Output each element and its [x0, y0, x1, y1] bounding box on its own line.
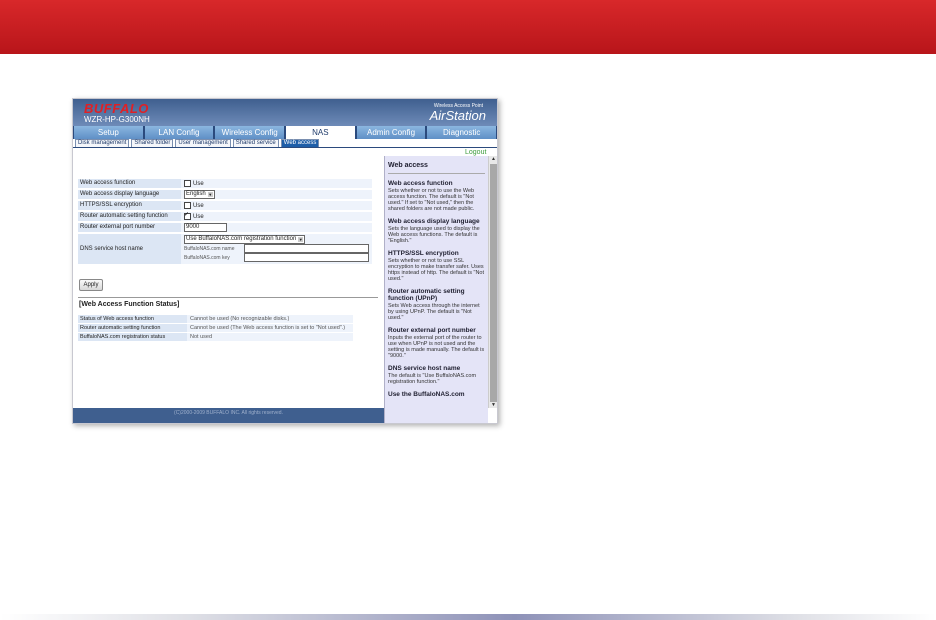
status-row: BuffaloNAS.com registration status Not u… — [78, 333, 353, 341]
https-label: HTTPS/SSL encryption — [78, 201, 181, 210]
tab-wireless-config[interactable]: Wireless Config — [215, 126, 285, 139]
help-section-text: Sets whether or not to use the Web acces… — [388, 188, 475, 212]
scroll-down-icon[interactable]: ▼ — [490, 402, 497, 408]
display-language-select[interactable]: English ▼ — [184, 190, 215, 199]
help-section-title: Router automatic setting function (UPnP) — [388, 288, 465, 302]
status-row-label: BuffaloNAS.com registration status — [78, 333, 187, 341]
external-port-input[interactable]: 9000 — [184, 223, 227, 232]
help-section-text: Inputs the external port of the router t… — [388, 335, 485, 359]
subtab-web-access[interactable]: Web access — [280, 139, 320, 147]
tab-lan-config[interactable]: LAN Config — [144, 126, 214, 139]
dns-host-label: DNS service host name — [78, 234, 181, 264]
apply-button[interactable]: Apply — [79, 279, 103, 291]
subtab-shared-service[interactable]: Shared service — [232, 139, 279, 147]
main-tabs: Setup LAN Config Wireless Config NAS Adm… — [73, 126, 497, 139]
logout-link[interactable]: Logout — [465, 149, 486, 156]
status-row: Status of Web access function Cannot be … — [78, 315, 353, 323]
tab-admin-config[interactable]: Admin Config — [356, 126, 426, 139]
scrollbar-thumb[interactable] — [490, 164, 497, 402]
product-logo: AirStation — [429, 108, 486, 123]
help-section-text: Sets Web access through the internet by … — [388, 303, 480, 321]
chevron-down-icon: ▼ — [298, 237, 304, 242]
tab-setup[interactable]: Setup — [74, 126, 143, 139]
help-section-title: Router external port number — [388, 327, 476, 334]
https-option: Use — [193, 202, 204, 209]
subtab-user-management[interactable]: User management — [175, 139, 231, 147]
subtab-shared-folder[interactable]: Shared folder — [131, 139, 174, 147]
status-row-label: Router automatic setting function — [78, 324, 187, 332]
help-section-text: Sets whether or not to use SSL encryptio… — [388, 258, 485, 282]
help-section-title: Web access display language — [388, 218, 480, 225]
scroll-up-icon[interactable]: ▲ — [490, 156, 497, 162]
status-row-value: Not used — [187, 333, 353, 341]
brand-logo: BUFFALO — [84, 101, 149, 116]
form-row-https: HTTPS/SSL encryption Use — [78, 201, 372, 210]
status-row-value: Cannot be used (The Web access function … — [187, 324, 353, 332]
router-auto-label: Router automatic setting function — [78, 212, 181, 221]
help-title: Web access — [388, 162, 485, 174]
chevron-down-icon: ▼ — [207, 192, 213, 197]
help-scrollbar[interactable]: ▲ ▼ — [488, 156, 497, 408]
router-auto-checkbox[interactable] — [184, 211, 191, 220]
help-section-title: DNS service host name — [388, 365, 461, 372]
status-section-title: [Web Access Function Status] — [79, 301, 180, 308]
web-access-function-option: Use — [193, 180, 204, 187]
help-section-text: The default is "Use BuffaloNAS.com regis… — [388, 373, 477, 385]
copyright-footer: (C)2000-2009 BUFFALO INC. All rights res… — [73, 408, 384, 423]
help-section-title: HTTPS/SSL encryption — [388, 250, 459, 257]
web-access-form: Web access function Use Web access displ… — [78, 179, 372, 266]
section-divider — [78, 297, 378, 298]
subtab-disk-management[interactable]: Disk management — [75, 139, 130, 147]
buffalonas-key-input[interactable] — [244, 253, 369, 262]
help-section-title: Use the BuffaloNAS.com — [388, 391, 465, 398]
web-access-function-checkbox[interactable] — [184, 180, 191, 187]
bottom-gradient-line — [0, 614, 936, 620]
form-row-dns: DNS service host name Use BuffaloNAS.com… — [78, 234, 372, 264]
buffalonas-name-label: BuffaloNAS.com name — [184, 245, 235, 252]
form-row-display-language: Web access display language English ▼ — [78, 190, 372, 199]
router-admin-window: BUFFALO WZR-HP-G300NH Wireless Access Po… — [72, 98, 498, 424]
display-language-label: Web access display language — [78, 190, 181, 199]
help-panel: Web access Web access function Sets whet… — [384, 156, 488, 423]
display-language-value: English — [186, 191, 206, 197]
help-section-title: Web access function — [388, 180, 453, 187]
web-access-function-label: Web access function — [78, 179, 181, 188]
https-checkbox[interactable] — [184, 202, 191, 209]
form-row-web-access-function: Web access function Use — [78, 179, 372, 188]
form-row-router-auto: Router automatic setting function Use — [78, 211, 372, 221]
status-row-label: Status of Web access function — [78, 315, 187, 323]
status-table: Status of Web access function Cannot be … — [78, 315, 353, 342]
buffalonas-name-input[interactable] — [244, 244, 369, 253]
model-name: WZR-HP-G300NH — [84, 115, 150, 124]
help-section-text: Sets the language used to display the We… — [388, 226, 480, 244]
status-row: Router automatic setting function Cannot… — [78, 324, 353, 332]
router-auto-option: Use — [193, 213, 204, 220]
tab-nas[interactable]: NAS — [286, 126, 355, 139]
form-row-external-port: Router external port number 9000 — [78, 223, 372, 232]
tab-diagnostic[interactable]: Diagnostic — [427, 126, 497, 139]
router-header: BUFFALO WZR-HP-G300NH Wireless Access Po… — [73, 99, 497, 126]
sub-tabs: Disk management Shared folder User manag… — [73, 139, 497, 148]
dns-registration-select[interactable]: Use BuffaloNAS.com registration function… — [184, 235, 306, 244]
top-banner — [0, 0, 936, 54]
buffalonas-key-label: BuffaloNAS.com key — [184, 254, 230, 261]
dns-registration-value: Use BuffaloNAS.com registration function — [186, 236, 297, 242]
external-port-label: Router external port number — [78, 223, 181, 232]
status-row-value: Cannot be used (No recognizable disks.) — [187, 315, 353, 323]
